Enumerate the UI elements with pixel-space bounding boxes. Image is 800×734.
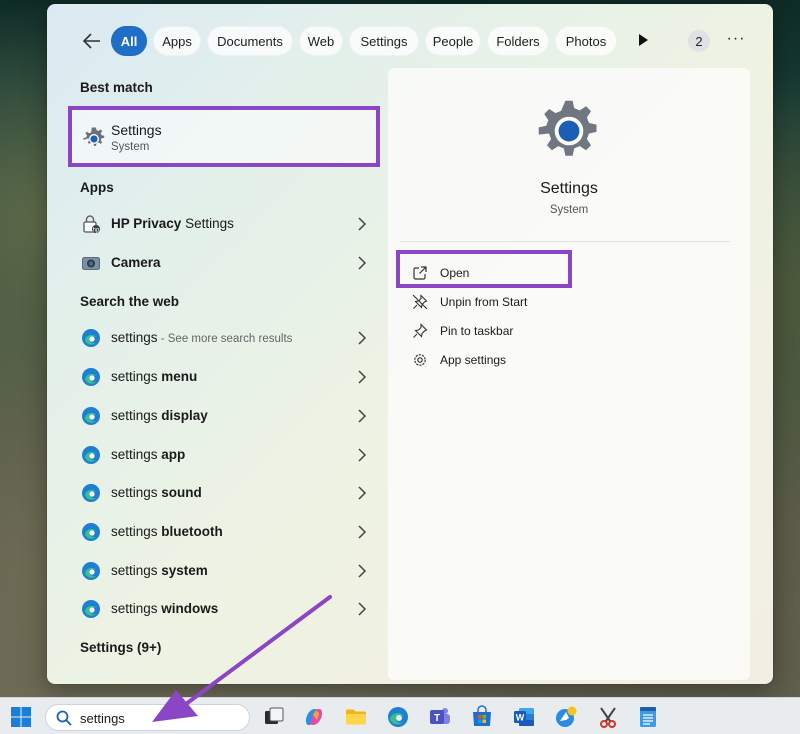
app-result-hp-privacy-settings[interactable]: hp HP Privacy Settings [77,207,367,241]
back-arrow-icon [83,33,100,49]
chevron-right-icon [358,217,367,231]
action-app-settings[interactable]: App settings [412,347,612,373]
settings-gear-icon [538,100,597,156]
chevron-right-icon [358,331,367,345]
web-result-label: settings sound [111,485,202,500]
chevron-right-icon [358,370,367,384]
web-result-settings-bluetooth[interactable]: settings bluetooth [77,515,367,549]
svg-text:W: W [516,713,525,723]
edge-icon [82,600,100,618]
detail-divider [400,241,730,242]
web-result-settings-system[interactable]: settings system [77,554,367,588]
file-explorer-icon[interactable] [344,705,368,729]
tab-people[interactable]: People [425,26,481,56]
action-unpin-from-start[interactable]: Unpin from Start [412,289,612,315]
taskbar: settings T W [0,697,800,734]
edge-icon[interactable] [386,705,410,729]
web-result-settings-app[interactable]: settings app [77,438,367,472]
app-result-label: Camera [111,255,161,270]
maps-icon[interactable] [554,705,578,729]
tab-all[interactable]: All [111,26,147,56]
edge-icon [82,368,100,386]
store-icon[interactable] [470,705,494,729]
back-button[interactable] [79,28,105,54]
snipping-tool-icon[interactable] [596,705,620,729]
tab-documents[interactable]: Documents [207,26,293,56]
tab-apps[interactable]: Apps [153,26,201,56]
tab-settings[interactable]: Settings [349,26,419,56]
web-result-settings-windows[interactable]: settings windows [77,592,367,626]
chevron-right-icon [358,448,367,462]
word-icon[interactable]: W [512,705,536,729]
web-result-label: settings display [111,408,208,423]
best-match-title: Settings [111,122,162,138]
search-icon [56,710,72,726]
svg-text:T: T [434,713,440,724]
detail-pane: Settings System Open Unpin from Start Pi… [388,68,750,680]
more-settings-results-link[interactable]: Settings (9+) [80,640,161,655]
windows-start-icon[interactable] [10,706,32,728]
chevron-right-icon [358,409,367,423]
apps-heading: Apps [80,180,114,195]
teams-icon[interactable]: T [428,705,452,729]
rewards-count-badge[interactable]: 2 [688,30,710,52]
notepad-icon[interactable] [636,705,660,729]
filter-bar: All Apps Documents Web Settings People F… [47,26,773,56]
detail-subtitle: System [549,204,589,216]
start-search-panel: All Apps Documents Web Settings People F… [47,4,773,684]
more-filters-button[interactable] [637,33,651,49]
privacy-lock-icon: hp [83,215,100,233]
chevron-right-icon [358,602,367,616]
web-result-label: settings windows [111,601,219,616]
web-result-label: settings app [111,447,186,462]
web-result-label: settings system [111,563,208,578]
chevron-right-icon [358,486,367,500]
edge-icon [82,407,100,425]
web-result-settings[interactable]: settings - See more search results [77,321,367,355]
best-match-heading: Best match [80,80,153,95]
tab-folders[interactable]: Folders [487,26,549,56]
edge-icon [82,329,100,347]
chevron-right-icon [358,564,367,578]
task-view-icon[interactable] [262,705,286,729]
action-label: Open [440,266,470,280]
play-icon [639,34,648,46]
action-label: Pin to taskbar [440,324,514,338]
search-value: settings [80,711,125,726]
gear-icon [414,354,426,366]
action-open[interactable]: Open [412,260,612,286]
web-result-settings-display[interactable]: settings display [77,399,367,433]
tab-photos[interactable]: Photos [555,26,617,56]
open-external-icon [413,266,427,280]
chevron-right-icon [358,256,367,270]
settings-gear-icon [83,127,105,146]
taskbar-search-input[interactable]: settings [45,704,250,731]
best-match-subtitle: System [111,141,150,153]
edge-icon [82,446,100,464]
action-pin-to-taskbar[interactable]: Pin to taskbar [412,318,612,344]
web-result-label: settings bluetooth [111,524,223,539]
best-match-settings[interactable]: Settings System [68,106,380,167]
unpin-icon [412,294,428,310]
chevron-right-icon [358,525,367,539]
pin-icon [413,323,428,338]
tab-web[interactable]: Web [299,26,343,56]
edge-icon [82,523,100,541]
more-options-button[interactable]: ··· [725,30,747,52]
web-result-label: settings - See more search results [111,330,293,345]
action-label: App settings [440,353,507,367]
detail-title: Settings [540,180,598,197]
camera-icon [82,257,100,270]
web-result-settings-menu[interactable]: settings menu [77,360,367,394]
web-result-settings-sound[interactable]: settings sound [77,476,367,510]
action-label: Unpin from Start [440,295,528,309]
edge-icon [82,484,100,502]
search-web-heading: Search the web [80,294,180,309]
copilot-icon[interactable] [302,705,326,729]
app-result-label: HP Privacy Settings [111,216,234,231]
app-result-camera[interactable]: Camera [77,246,367,280]
edge-icon [82,562,100,580]
web-result-label: settings menu [111,369,198,384]
svg-text:hp: hp [93,227,100,233]
